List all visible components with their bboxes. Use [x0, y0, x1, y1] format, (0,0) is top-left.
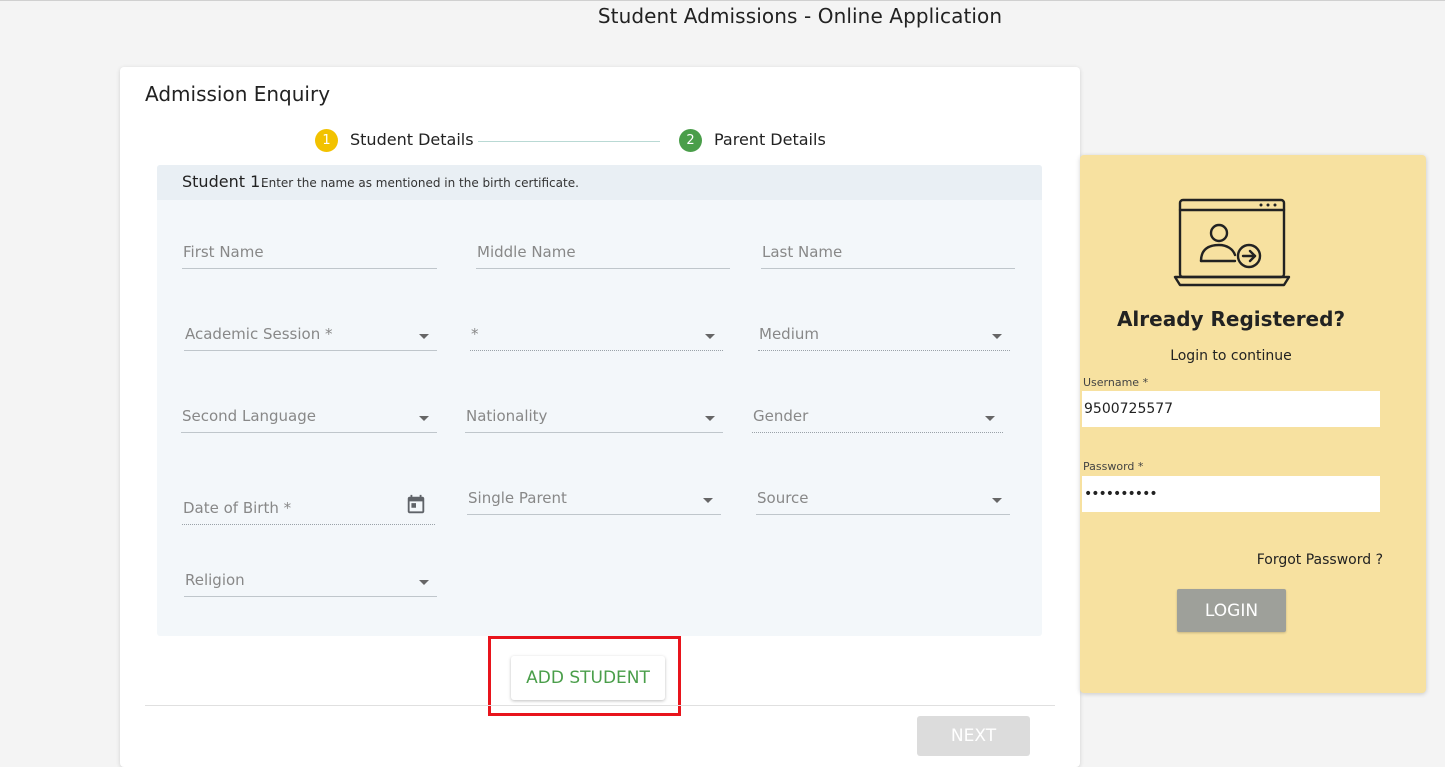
- step-connector: [478, 141, 660, 142]
- calendar-icon[interactable]: [405, 493, 427, 517]
- chevron-down-icon: [985, 416, 995, 421]
- academic-session-select[interactable]: Academic Session *: [184, 311, 437, 351]
- step-2-circle[interactable]: 2: [679, 129, 702, 152]
- second-language-select[interactable]: Second Language: [181, 393, 437, 433]
- nationality-select[interactable]: Nationality: [465, 393, 723, 433]
- username-label: Username *: [1083, 376, 1149, 389]
- source-underline: [756, 514, 1010, 515]
- card-title: Admission Enquiry: [145, 82, 331, 106]
- source-select[interactable]: Source: [756, 475, 1010, 515]
- chevron-down-icon: [992, 334, 1002, 339]
- gender-underline: [752, 432, 1003, 433]
- student-form-panel: Student 1. Enter the name as mentioned i…: [157, 165, 1042, 636]
- last-name-label: Last Name: [762, 243, 843, 261]
- single-parent-label: Single Parent: [468, 489, 567, 507]
- single-parent-underline: [467, 514, 721, 515]
- chevron-down-icon: [419, 416, 429, 421]
- login-card: Already Registered? Login to continue Us…: [1080, 155, 1426, 693]
- password-input[interactable]: [1082, 476, 1380, 512]
- step-1-circle[interactable]: 1: [315, 129, 338, 152]
- last-name-underline: [761, 268, 1015, 269]
- date-of-birth-label: Date of Birth *: [183, 499, 292, 517]
- class-underline: [470, 350, 723, 351]
- chevron-down-icon: [705, 334, 715, 339]
- single-parent-select[interactable]: Single Parent: [467, 475, 721, 515]
- date-of-birth-underline: [182, 524, 435, 525]
- forgot-password-link[interactable]: Forgot Password ?: [1257, 552, 1383, 568]
- divider: [145, 705, 1055, 706]
- student-header: Student 1. Enter the name as mentioned i…: [157, 165, 1042, 200]
- login-title: Already Registered?: [1116, 307, 1346, 331]
- chevron-down-icon: [419, 580, 429, 585]
- student-note: Enter the name as mentioned in the birth…: [261, 176, 579, 190]
- medium-select[interactable]: Medium: [758, 311, 1010, 351]
- medium-underline: [758, 350, 1010, 351]
- nationality-label: Nationality: [466, 407, 548, 425]
- source-label: Source: [757, 489, 809, 507]
- student-heading: Student 1.: [182, 172, 266, 191]
- middle-name-underline: [476, 268, 730, 269]
- top-border: [0, 0, 1445, 1]
- middle-name-label: Middle Name: [477, 243, 576, 261]
- user-login-icon: [1173, 198, 1291, 287]
- first-name-underline: [182, 268, 437, 269]
- chevron-down-icon: [992, 498, 1002, 503]
- second-language-label: Second Language: [182, 407, 316, 425]
- academic-session-label: Academic Session *: [185, 325, 333, 343]
- gender-select[interactable]: Gender: [752, 393, 1003, 433]
- first-name-label: First Name: [183, 243, 264, 261]
- middle-name-field[interactable]: Middle Name: [476, 229, 730, 269]
- stepper: 1 Student Details 2 Parent Details: [120, 129, 1080, 153]
- step-1-number: 1: [322, 133, 331, 148]
- username-input[interactable]: [1082, 391, 1380, 427]
- second-language-underline: [181, 432, 437, 433]
- class-select[interactable]: *: [470, 311, 723, 351]
- step-1-label[interactable]: Student Details: [350, 130, 474, 149]
- last-name-field[interactable]: Last Name: [761, 229, 1015, 269]
- religion-underline: [184, 596, 437, 597]
- step-2-label[interactable]: Parent Details: [714, 130, 826, 149]
- chevron-down-icon: [419, 334, 429, 339]
- gender-label: Gender: [753, 407, 809, 425]
- chevron-down-icon: [703, 498, 713, 503]
- add-student-highlight: ADD STUDENT: [488, 636, 681, 716]
- first-name-field[interactable]: First Name: [182, 229, 437, 269]
- admission-enquiry-card: Admission Enquiry 1 Student Details 2 Pa…: [120, 67, 1080, 767]
- religion-label: Religion: [185, 571, 245, 589]
- date-of-birth-field[interactable]: Date of Birth *: [182, 483, 435, 525]
- chevron-down-icon: [705, 416, 715, 421]
- class-label: *: [471, 325, 479, 343]
- page-title: Student Admissions - Online Application: [597, 4, 1003, 28]
- add-student-button[interactable]: ADD STUDENT: [511, 656, 665, 700]
- next-button[interactable]: NEXT: [917, 716, 1030, 756]
- academic-session-underline: [184, 350, 437, 351]
- password-label: Password *: [1083, 460, 1144, 473]
- nationality-underline: [465, 432, 723, 433]
- login-subtitle: Login to continue: [1170, 348, 1292, 364]
- medium-label: Medium: [759, 325, 819, 343]
- login-button[interactable]: LOGIN: [1177, 589, 1286, 632]
- religion-select[interactable]: Religion: [184, 557, 437, 597]
- step-2-number: 2: [686, 133, 695, 148]
